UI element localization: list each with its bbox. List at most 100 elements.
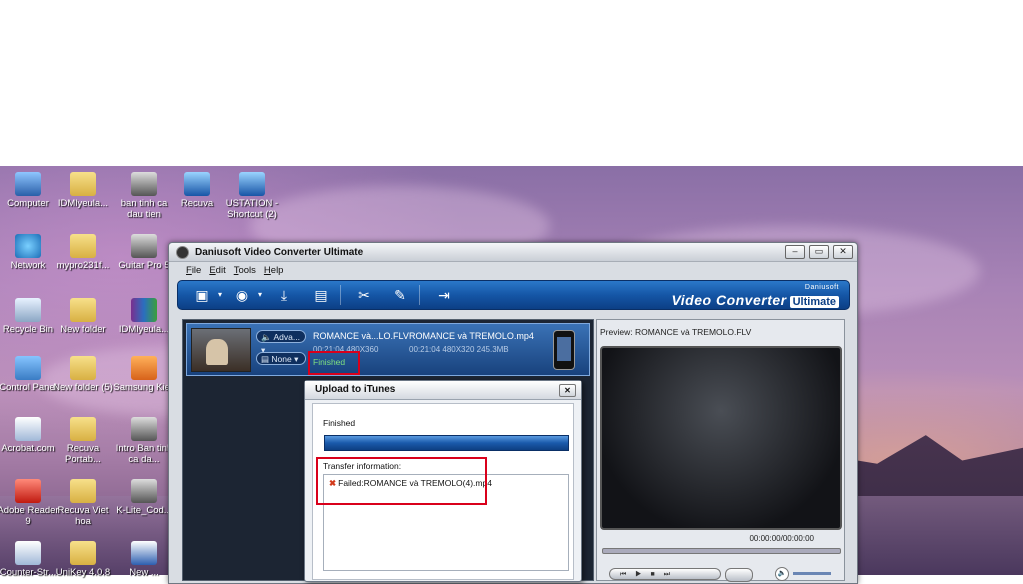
desktop-icon[interactable]: Samsung Kies	[112, 356, 176, 393]
desktop-icon-label: Acrobat.com	[1, 443, 55, 454]
desktop-icon-glyph-icon	[70, 479, 96, 503]
aspect-button[interactable]	[725, 568, 753, 582]
iphone-device-icon[interactable]	[553, 330, 575, 370]
desktop-icon-glyph-icon	[131, 298, 157, 322]
desktop-icon[interactable]: Intro Ban tinh ca da...	[112, 417, 176, 465]
desktop-icon-label: mypro231f...	[56, 260, 110, 271]
app-logo-icon	[176, 245, 189, 259]
toolbar-separator	[419, 285, 420, 305]
desktop-icon-glyph-icon	[15, 541, 41, 565]
highlight-box	[308, 351, 360, 375]
chevron-down-icon[interactable]: ▾	[250, 286, 270, 304]
desktop-icon-glyph-icon	[70, 172, 96, 196]
brand-small: Daniusoft	[804, 284, 839, 291]
desktop-icon[interactable]: Recuva Viet hoa	[51, 479, 115, 527]
desktop-icon[interactable]: USTATION - Shortcut (2)	[220, 172, 284, 220]
desktop-icon-glyph-icon	[131, 356, 157, 380]
toolbar-separator	[340, 285, 341, 305]
cut-icon[interactable]: ✂	[354, 286, 374, 304]
desktop-icon[interactable]: Recuva Portab...	[51, 417, 115, 465]
desktop-icon-glyph-icon	[15, 234, 41, 258]
desktop-icon[interactable]: New folder	[51, 298, 115, 335]
menu-tools[interactable]: Tools	[234, 265, 256, 276]
desktop-icon[interactable]: K-Lite_Cod...	[112, 479, 176, 516]
add-dvd-icon[interactable]: ◉	[232, 286, 252, 304]
window-titlebar[interactable]: Daniusoft Video Converter Ultimate – ▭ ✕	[169, 243, 857, 262]
desktop-icon-glyph-icon	[70, 234, 96, 258]
chevron-down-icon[interactable]: ▾	[210, 286, 230, 304]
desktop-icon[interactable]: IDMlyeula...	[112, 298, 176, 335]
desktop-icon-glyph-icon	[15, 417, 41, 441]
upload-status: Finished	[323, 418, 356, 428]
brand-badge: Ultimate	[789, 296, 839, 308]
desktop-icon[interactable]: mypro231f...	[51, 234, 115, 271]
desktop-icon[interactable]: UniKey 4.0.8	[51, 541, 115, 578]
desktop-icon-label: IDMlyeula...	[57, 198, 109, 209]
preview-title: Preview: ROMANCE và TREMOLO.FLV	[600, 327, 752, 337]
desktop-icon-label: IDMlyeula...	[118, 324, 170, 335]
menu-file[interactable]: File	[186, 265, 201, 276]
desktop-icon-glyph-icon	[131, 172, 157, 196]
desktop-icon-label: Counter-Str...	[0, 567, 57, 578]
desktop-icon-label: Guitar Pro 5	[118, 260, 170, 271]
highlight-box	[316, 457, 487, 505]
desktop-icon-label: ban tinh ca dau tien	[120, 198, 168, 220]
desktop-icon-glyph-icon	[15, 479, 41, 503]
desktop-icon-label: New ...	[129, 567, 159, 578]
video-thumbnail	[191, 328, 251, 372]
desktop-icon-label: Intro Ban tinh ca da...	[115, 443, 173, 465]
export-icon[interactable]: ⇥	[434, 286, 454, 304]
preview-screen	[600, 346, 842, 530]
desktop-icon-glyph-icon	[15, 356, 41, 380]
desktop-icon-label: Control Panel	[0, 382, 57, 393]
maximize-button[interactable]: ▭	[809, 245, 829, 259]
download-icon[interactable]: ⤓	[274, 286, 294, 304]
menu-help[interactable]: Help	[264, 265, 284, 276]
source-filename: ROMANCE và...LO.FLV	[313, 331, 409, 341]
desktop-icon-label: USTATION - Shortcut (2)	[225, 198, 279, 220]
desktop-icon-label: K-Lite_Cod...	[116, 505, 172, 516]
add-file-icon[interactable]: ▣	[192, 286, 212, 304]
desktop-icon-label: Recycle Bin	[2, 324, 54, 335]
desktop-icon[interactable]: New folder (5)	[51, 356, 115, 393]
output-filename: ROMANCE và TREMOLO.mp4	[409, 331, 534, 341]
desktop-icon-glyph-icon	[70, 298, 96, 322]
dialog-body: Finished Transfer information: ✖ Failed:R…	[312, 403, 574, 580]
desktop-icon-glyph-icon	[131, 479, 157, 503]
desktop-icon-glyph-icon	[15, 172, 41, 196]
desktop-icon-glyph-icon	[15, 298, 41, 322]
window-title: Daniusoft Video Converter Ultimate	[195, 246, 364, 258]
desktop-icon-label: Recuva Viet hoa	[57, 505, 109, 527]
desktop-icon[interactable]: IDMlyeula...	[51, 172, 115, 209]
minimize-button[interactable]: –	[785, 245, 805, 259]
snapshot-icon[interactable]: ▤	[311, 286, 331, 304]
desktop-icon-glyph-icon	[131, 541, 157, 565]
dialog-titlebar[interactable]: Upload to iTunes ✕	[305, 381, 581, 400]
desktop-icon-glyph-icon	[239, 172, 265, 196]
edit-icon[interactable]: ✎	[390, 286, 410, 304]
volume-icon[interactable]: 🔈	[775, 567, 789, 581]
brand-logo: Daniusoft Video Converter Ultimate	[671, 284, 839, 308]
desktop-icon-glyph-icon	[70, 356, 96, 380]
desktop-icon-glyph-icon	[70, 541, 96, 565]
audio-dropdown[interactable]: 🔈 Adva... ▾	[256, 330, 306, 355]
output-meta: 00:21:04 480X320 245.3MB	[409, 345, 509, 354]
desktop-icon[interactable]: Guitar Pro 5	[112, 234, 176, 271]
playback-controls[interactable]: ⏮▶■⏭	[609, 568, 721, 580]
audio-option: Adva...	[273, 332, 300, 342]
desktop-icon-label: Adobe Reader 9	[0, 505, 59, 527]
menu-edit[interactable]: Edit	[209, 265, 225, 276]
desktop-icon-label: Recuva	[180, 198, 214, 209]
dialog-close-button[interactable]: ✕	[559, 384, 576, 397]
desktop-icon-glyph-icon	[184, 172, 210, 196]
file-row[interactable]: 🔈 Adva... ▾ ▤ None ▾ ROMANCE và...LO.FLV…	[186, 323, 590, 376]
desktop-icon[interactable]: New ...	[112, 541, 176, 578]
subtitle-dropdown[interactable]: ▤ None ▾	[256, 352, 306, 365]
seek-bar[interactable]	[602, 548, 841, 554]
upload-dialog[interactable]: Upload to iTunes ✕ Finished Transfer inf…	[304, 380, 582, 582]
desktop-icon-glyph-icon	[131, 417, 157, 441]
desktop-icon-label: Network	[10, 260, 46, 271]
desktop-icon-label: Recuva Portab...	[65, 443, 101, 465]
close-button[interactable]: ✕	[833, 245, 853, 259]
subtitle-option: None	[271, 354, 292, 364]
